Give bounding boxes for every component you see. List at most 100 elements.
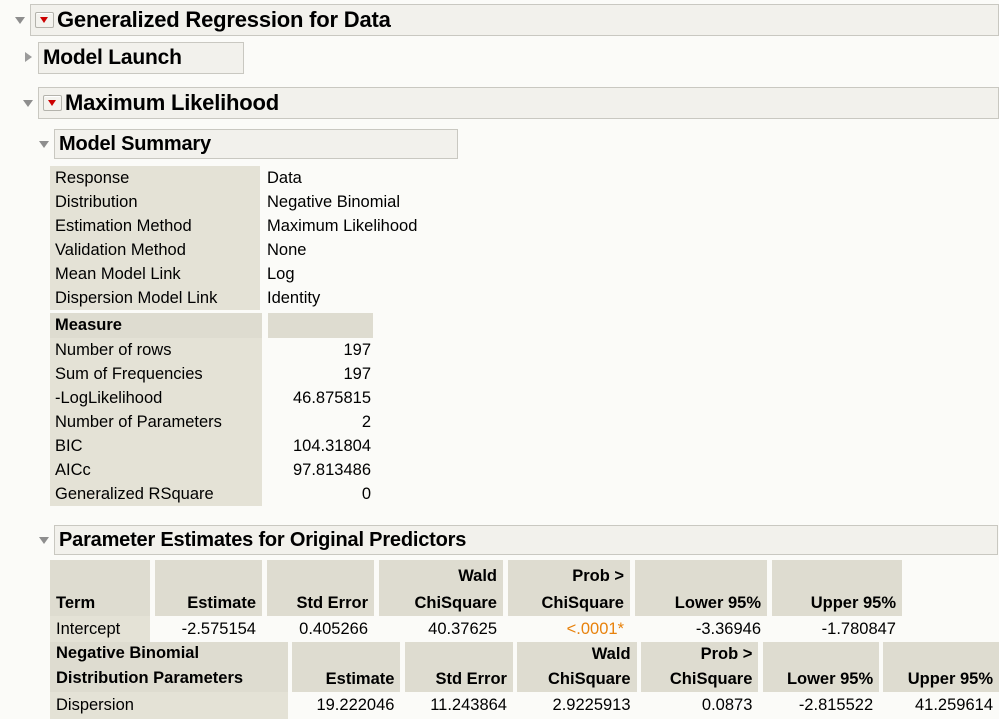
model-summary-row: Mean Model LinkLog (50, 262, 417, 286)
popup-menu-icon[interactable] (35, 12, 54, 28)
column-header-line2[interactable]: Estimate (155, 587, 262, 616)
column-header-line2[interactable]: Std Error (267, 587, 374, 616)
disclosure-triangle-icon[interactable] (22, 96, 36, 110)
distribution-parameters-table: Negative BinomialWaldProb >Distribution … (50, 642, 999, 719)
table-header-row-bottom: Distribution ParametersEstimateStd Error… (50, 667, 999, 692)
measure-value: 197 (268, 362, 373, 386)
section-title-plate: Model Launch (38, 42, 244, 74)
cell-lower95: -3.36946 (635, 616, 767, 643)
table-row: Intercept-2.5751540.40526640.37625<.0001… (50, 616, 902, 643)
column-header-line1[interactable] (155, 560, 262, 587)
section-title-plate: Model Summary (54, 129, 458, 159)
cell-lower95: -2.815522 (763, 692, 880, 719)
column-header-line1[interactable]: Prob > (508, 560, 630, 587)
table-row: Generalized RSquare0 (50, 482, 373, 506)
disclosure-triangle-icon[interactable] (14, 13, 28, 27)
measure-value: 97.813486 (268, 458, 373, 482)
column-header-line2[interactable]: ChiSquare (641, 667, 759, 692)
column-header-line2[interactable]: Lower 95% (635, 587, 767, 616)
column-header-line1[interactable] (635, 560, 767, 587)
disclosure-triangle-icon[interactable] (38, 533, 52, 547)
column-header-line2[interactable]: Distribution Parameters (50, 667, 288, 692)
column-header-line1[interactable] (267, 560, 374, 587)
column-header-line1[interactable]: Wald (379, 560, 503, 587)
model-summary-key: Validation Method (50, 238, 260, 262)
disclosure-triangle-icon[interactable] (22, 51, 36, 65)
measure-value: 197 (268, 338, 373, 362)
column-header-line1[interactable] (763, 642, 880, 667)
measure-value: 2 (268, 410, 373, 434)
table-row: Number of Parameters2 (50, 410, 373, 434)
column-header-line2[interactable]: ChiSquare (379, 587, 503, 616)
measure-name: Sum of Frequencies (50, 362, 262, 386)
column-header-line1[interactable]: Prob > (641, 642, 759, 667)
section-title-label: Model Summary (59, 133, 211, 156)
disclosure-triangle-icon[interactable] (38, 137, 52, 151)
model-summary-properties-table: ResponseDataDistributionNegative Binomia… (50, 166, 417, 310)
table-row: AICc97.813486 (50, 458, 373, 482)
cell-upper95: -1.780847 (772, 616, 902, 643)
measure-name: Generalized RSquare (50, 482, 262, 506)
model-summary-row: Validation MethodNone (50, 238, 417, 262)
section-title-label: Maximum Likelihood (65, 90, 279, 116)
column-header-line1[interactable] (772, 560, 902, 587)
column-header-line2[interactable]: Lower 95% (763, 667, 880, 692)
column-header-line2[interactable]: Term (50, 587, 150, 616)
table-row: BIC104.31804 (50, 434, 373, 458)
column-header-line1[interactable] (292, 642, 401, 667)
section-title-label: Parameter Estimates for Original Predict… (59, 529, 466, 552)
model-summary-row: Estimation MethodMaximum Likelihood (50, 214, 417, 238)
section-title-plate: Maximum Likelihood (38, 87, 999, 119)
model-summary-value: Maximum Likelihood (260, 214, 417, 238)
model-summary-key: Dispersion Model Link (50, 286, 260, 310)
model-summary-value: Negative Binomial (260, 190, 400, 214)
table-row: -LogLikelihood46.875815 (50, 386, 373, 410)
row-term-label: Intercept (50, 616, 150, 643)
model-summary-value: Log (260, 262, 295, 286)
column-header-line1[interactable] (50, 560, 150, 587)
measure-value: 0 (268, 482, 373, 506)
table-row: Sum of Frequencies197 (50, 362, 373, 386)
column-header-line2[interactable]: Upper 95% (772, 587, 902, 616)
cell-std-error: 0.405266 (267, 616, 374, 643)
section-model-launch[interactable]: Model Launch (22, 42, 997, 74)
table-header-row-top: Negative Binomial WaldProb > (50, 642, 999, 667)
popup-menu-icon[interactable] (43, 95, 62, 111)
column-header-line2[interactable]: Upper 95% (883, 667, 999, 692)
section-title-label: Generalized Regression for Data (57, 7, 391, 33)
table-row: Dispersion19.22204611.2438642.92259130.0… (50, 692, 999, 719)
column-header-line2[interactable]: Estimate (292, 667, 401, 692)
cell-wald-chisquare: 40.37625 (379, 616, 503, 643)
column-header-measure[interactable]: Measure (50, 313, 262, 338)
column-header-line1[interactable]: Negative Binomial (50, 642, 288, 667)
measure-name: Number of rows (50, 338, 262, 362)
model-summary-row: Dispersion Model LinkIdentity (50, 286, 417, 310)
row-term-label: Dispersion (50, 692, 288, 719)
section-model-summary[interactable]: Model Summary (38, 129, 998, 159)
model-summary-key: Mean Model Link (50, 262, 260, 286)
section-generalized-regression[interactable]: Generalized Regression for Data (14, 4, 999, 36)
measure-name: -LogLikelihood (50, 386, 262, 410)
section-maximum-likelihood[interactable]: Maximum Likelihood (22, 87, 999, 119)
column-header-value[interactable] (268, 313, 373, 338)
cell-std-error: 11.243864 (405, 692, 513, 719)
measure-name: Number of Parameters (50, 410, 262, 434)
model-summary-row: ResponseData (50, 166, 417, 190)
section-title-plate: Parameter Estimates for Original Predict… (54, 525, 998, 555)
model-summary-key: Response (50, 166, 260, 190)
column-header-line2[interactable]: ChiSquare (508, 587, 630, 616)
column-header-line2[interactable]: ChiSquare (517, 667, 636, 692)
measure-name: BIC (50, 434, 262, 458)
model-summary-key: Distribution (50, 190, 260, 214)
section-parameter-estimates[interactable]: Parameter Estimates for Original Predict… (38, 525, 998, 555)
cell-prob-chisquare: 0.0873 (641, 692, 759, 719)
column-header-line1[interactable]: Wald (517, 642, 636, 667)
column-header-line2[interactable]: Std Error (405, 667, 513, 692)
section-title-plate: Generalized Regression for Data (30, 4, 999, 36)
column-header-line1[interactable] (883, 642, 999, 667)
column-header-line1[interactable] (405, 642, 513, 667)
table-header-row-bottom: TermEstimateStd ErrorChiSquareChiSquareL… (50, 587, 902, 616)
measure-value: 104.31804 (268, 434, 373, 458)
model-summary-row: DistributionNegative Binomial (50, 190, 417, 214)
measure-name: AICc (50, 458, 262, 482)
